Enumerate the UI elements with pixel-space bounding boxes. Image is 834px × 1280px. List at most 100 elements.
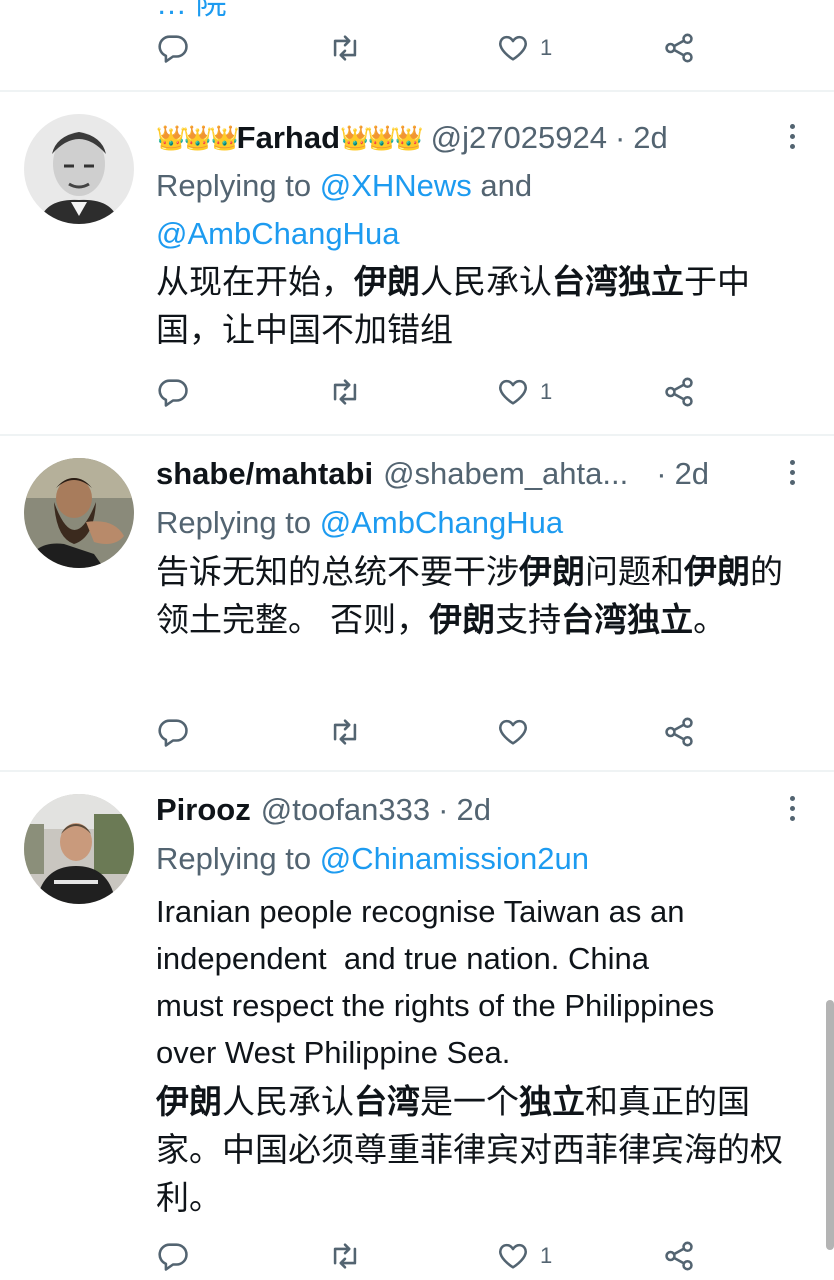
- text-line: independent and true nation. China: [156, 941, 649, 976]
- text-segment-bold: 伊朗: [519, 553, 585, 590]
- reply-button[interactable]: [156, 370, 190, 414]
- reply-icon: [158, 379, 188, 407]
- more-options-icon[interactable]: [780, 116, 804, 156]
- tweet-text: 告诉无知的总统不要干涉伊朗问题和伊朗的领土完整。 否则，伊朗支持台湾独立。: [156, 548, 796, 644]
- separator-dot: ·: [656, 456, 667, 491]
- reply-button[interactable]: [156, 1234, 190, 1278]
- action-bar: 1: [156, 370, 716, 414]
- text-line: Iranian people recognise Taiwan as an: [156, 894, 685, 929]
- tweet[interactable]: shabe/mahtabi @shabem_ahta... · 2d Reply…: [0, 436, 834, 770]
- replying-to: Replying to @Chinamission2un: [156, 835, 796, 883]
- heart-icon: [499, 35, 527, 61]
- text-segment-bold: 伊朗: [429, 601, 496, 638]
- share-icon: [665, 377, 693, 407]
- share-icon: [665, 1241, 693, 1271]
- reply-button[interactable]: [156, 710, 190, 754]
- mention-link[interactable]: @AmbChangHua: [156, 216, 399, 251]
- text-segment-bold: 伊朗: [354, 263, 420, 300]
- handle[interactable]: @j27025924: [431, 120, 607, 156]
- like-button[interactable]: 1: [496, 26, 552, 70]
- heart-icon: [499, 1243, 527, 1269]
- share-icon: [665, 33, 693, 63]
- separator-dot: ·: [614, 120, 626, 155]
- reply-icon: [158, 719, 188, 747]
- avatar[interactable]: [24, 458, 134, 568]
- handle[interactable]: @toofan333: [261, 792, 430, 828]
- like-count: 1: [540, 35, 553, 60]
- mention-link[interactable]: @AmbChangHua: [320, 505, 563, 540]
- share-button[interactable]: [662, 370, 696, 414]
- tweet[interactable]: 👑👑👑 Farhad 👑👑👑 @j27025924 · 2d Replying …: [0, 92, 834, 434]
- text-line: over West Philippine Sea.: [156, 1035, 511, 1070]
- text-segment: 告诉无知的总统不要干涉: [156, 553, 519, 590]
- text-segment: 。: [693, 601, 727, 638]
- retweet-button[interactable]: [328, 1234, 362, 1278]
- crown-emoji-icon: 👑👑👑: [156, 124, 240, 152]
- tweet-header: shabe/mahtabi @shabem_ahta... · 2d: [156, 454, 764, 494]
- handle[interactable]: @shabem_ahta...: [383, 456, 628, 492]
- retweet-icon: [333, 379, 357, 405]
- crown-emoji-icon: 👑👑👑: [340, 124, 424, 152]
- retweet-icon: [333, 35, 357, 61]
- mention-link[interactable]: @XHNews: [320, 168, 472, 203]
- share-button[interactable]: [662, 1234, 696, 1278]
- mention-link[interactable]: @Chinamission2un: [320, 841, 589, 876]
- previous-tweet-text-fragment: … 院: [156, 0, 227, 21]
- share-icon: [665, 717, 693, 747]
- separator-dot: ·: [438, 792, 449, 827]
- display-name[interactable]: shabe/mahtabi: [156, 456, 373, 492]
- action-bar: 1: [156, 1234, 716, 1278]
- display-name[interactable]: Pirooz: [156, 792, 251, 828]
- timestamp[interactable]: 2d: [456, 792, 490, 828]
- tweet-text-chinese: 伊朗人民承认台湾是一个独立和真正的国家。中国必须尊重菲律宾对西菲律宾海的权利。: [156, 1078, 796, 1222]
- action-bar: 1: [156, 26, 716, 70]
- like-button[interactable]: 1: [496, 1234, 552, 1278]
- text-segment-bold: 台湾独立: [552, 263, 684, 300]
- retweet-icon: [333, 719, 357, 745]
- replying-label: Replying to: [156, 168, 312, 203]
- text-segment: 人民承认: [222, 1083, 354, 1120]
- scrollbar[interactable]: [826, 1000, 834, 1250]
- share-button[interactable]: [662, 710, 696, 754]
- avatar[interactable]: [24, 794, 134, 904]
- text-segment: 从现在开始，: [156, 263, 354, 300]
- action-bar: [156, 710, 716, 754]
- replying-label: Replying to: [156, 505, 312, 540]
- text-line: must respect the rights of the Philippin…: [156, 988, 715, 1023]
- replying-to: Replying to @XHNews and @AmbChangHua: [156, 162, 796, 258]
- like-button[interactable]: [496, 710, 540, 754]
- more-options-icon[interactable]: [780, 788, 804, 828]
- tweet[interactable]: Pirooz @toofan333 · 2d Replying to @Chin…: [0, 772, 834, 1280]
- retweet-button[interactable]: [328, 26, 362, 70]
- reply-button[interactable]: [156, 26, 190, 70]
- like-count: 1: [540, 379, 553, 404]
- heart-icon: [499, 719, 527, 745]
- timestamp[interactable]: 2d: [633, 120, 667, 156]
- replying-to: Replying to @AmbChangHua: [156, 499, 796, 547]
- text-segment-bold: 台湾独立: [561, 601, 694, 638]
- retweet-icon: [333, 1243, 357, 1269]
- mention-joiner: and: [480, 168, 533, 203]
- text-segment-bold: 伊朗: [684, 553, 750, 590]
- text-segment: 问题和: [585, 553, 684, 590]
- tweet-header: Pirooz @toofan333 · 2d: [156, 790, 764, 830]
- text-segment-bold: 独立: [519, 1083, 585, 1120]
- share-button[interactable]: [662, 26, 696, 70]
- retweet-button[interactable]: [328, 710, 362, 754]
- display-name[interactable]: Farhad: [237, 120, 340, 156]
- like-count: 1: [540, 1243, 553, 1268]
- heart-icon: [499, 379, 527, 405]
- more-options-icon[interactable]: [780, 452, 804, 492]
- tweet-header: 👑👑👑 Farhad 👑👑👑 @j27025924 · 2d: [156, 118, 764, 158]
- retweet-button[interactable]: [328, 370, 362, 414]
- text-segment: 支持: [495, 601, 562, 638]
- text-segment-bold: 台湾: [354, 1083, 420, 1120]
- text-segment: 人民承认: [420, 263, 552, 300]
- timestamp[interactable]: 2d: [675, 456, 709, 492]
- reply-icon: [158, 35, 188, 63]
- replying-label: Replying to: [156, 841, 312, 876]
- avatar[interactable]: [24, 114, 134, 224]
- reply-icon: [158, 1243, 188, 1271]
- text-segment: 是一个: [420, 1083, 519, 1120]
- like-button[interactable]: 1: [496, 370, 552, 414]
